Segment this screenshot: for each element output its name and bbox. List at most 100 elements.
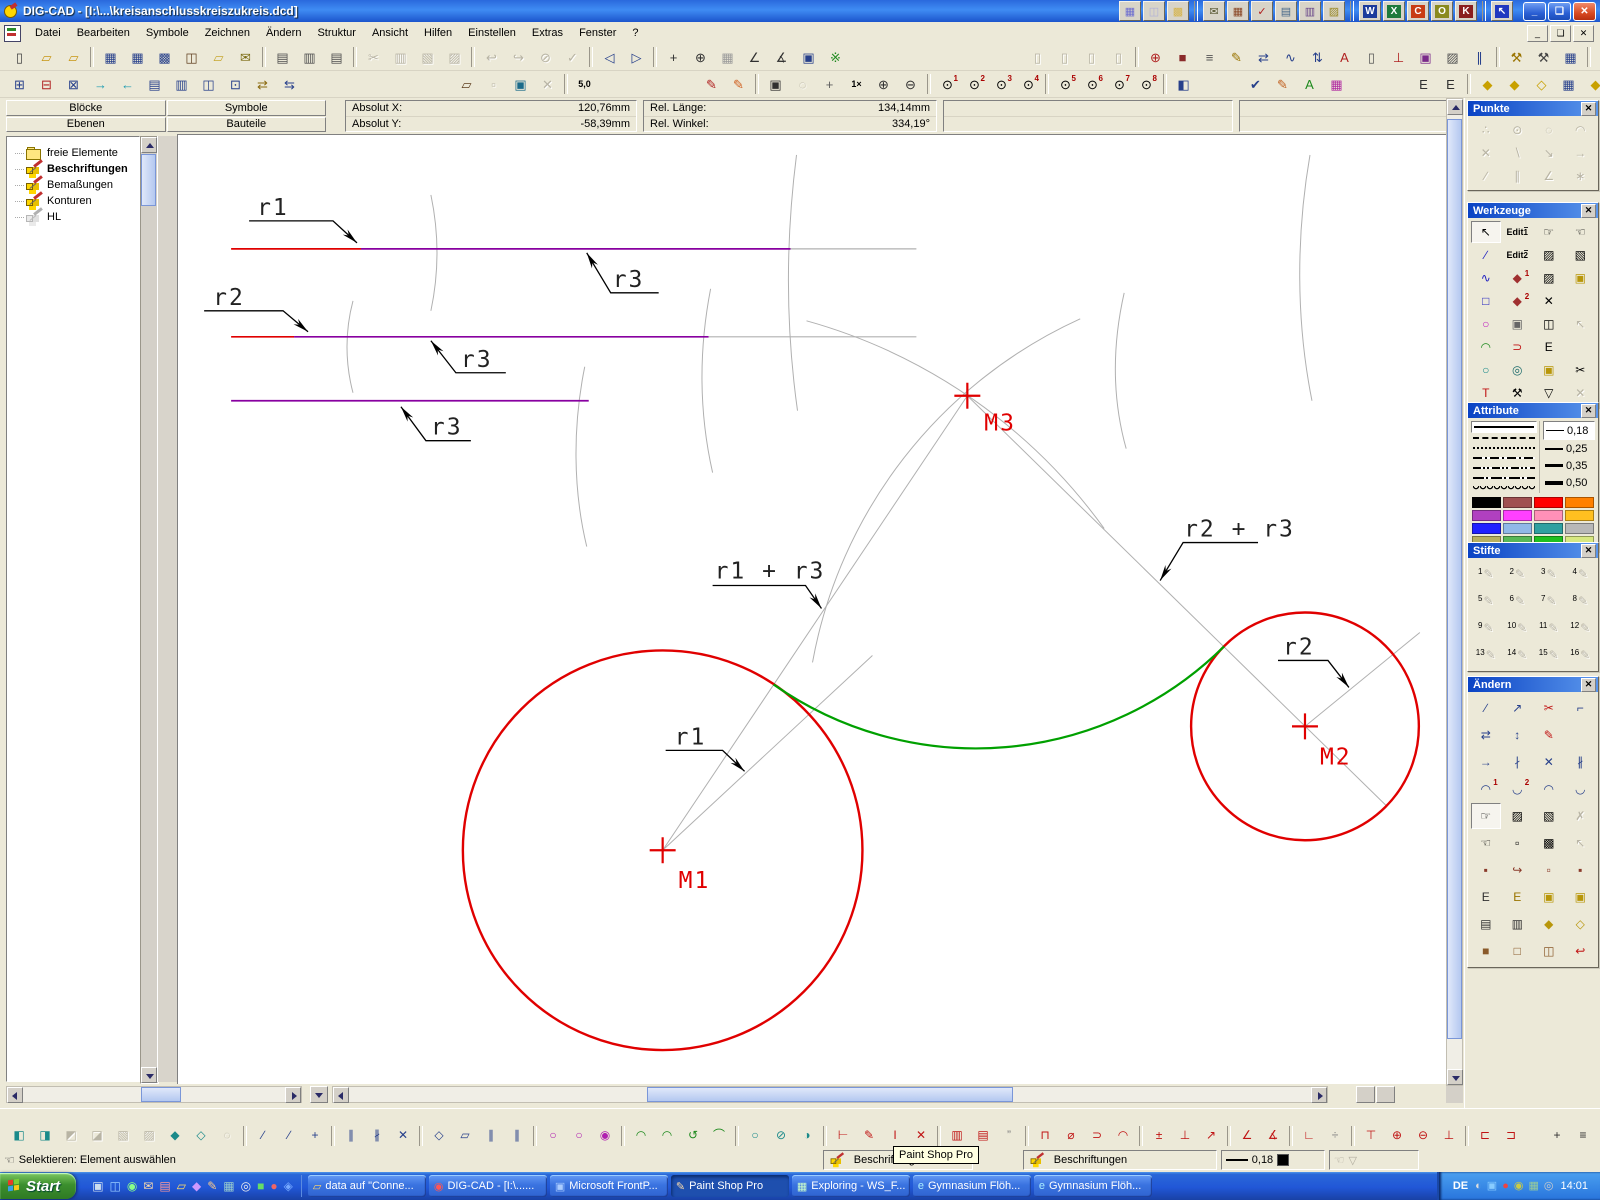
line-style-dashdot[interactable]: [1471, 453, 1537, 463]
win-overlap-icon[interactable]: ⊟: [33, 72, 60, 96]
ql-folder-icon[interactable]: ▱: [177, 1180, 186, 1192]
sheet-next-icon[interactable]: ▷: [623, 45, 650, 69]
point-parallel-icon[interactable]: ∥: [1502, 165, 1532, 187]
view-next-icon[interactable]: →: [87, 72, 114, 96]
swap-up-icon[interactable]: ⇄: [249, 72, 276, 96]
color-swatch[interactable]: [1565, 523, 1594, 534]
ql-tool-icon[interactable]: ◆: [192, 1180, 201, 1192]
access-icon[interactable]: K: [1455, 1, 1477, 21]
view-3d-2-icon[interactable]: ◨: [32, 1123, 58, 1146]
line-icon[interactable]: ∕: [250, 1123, 276, 1146]
fillet-3-icon[interactable]: ◠: [1534, 776, 1564, 802]
tree-item-freie-elemente[interactable]: freie Elemente: [7, 145, 139, 161]
pen-button[interactable]: 4 ✎: [1565, 561, 1595, 587]
table-icon[interactable]: ▦: [1557, 45, 1584, 69]
close-icon[interactable]: ✕: [1581, 677, 1596, 692]
sel-paste-icon[interactable]: ▫: [480, 72, 507, 96]
color-swatch[interactable]: [1534, 510, 1563, 521]
zoom-view-3-icon[interactable]: ⊙ 3: [988, 72, 1015, 96]
polygon-icon[interactable]: ▱: [452, 1123, 478, 1146]
cross-icon[interactable]: ✕: [390, 1123, 416, 1146]
select-e-icon[interactable]: E: [1534, 336, 1564, 358]
point-coords-icon[interactable]: ∴: [1471, 119, 1501, 141]
dim-vertical-icon[interactable]: I: [882, 1123, 908, 1146]
start-button[interactable]: Start: [0, 1173, 77, 1199]
element-e2-icon[interactable]: E: [1502, 884, 1532, 910]
line-style-dot[interactable]: [1471, 443, 1537, 453]
line-width-050[interactable]: 0,50: [1543, 474, 1595, 491]
paste-contents-icon[interactable]: ▨: [441, 45, 468, 69]
stretch-icon[interactable]: ∕: [1471, 695, 1501, 721]
clock[interactable]: 14:01: [1560, 1180, 1588, 1192]
rectangle-tool-icon[interactable]: □: [1471, 290, 1501, 312]
edit-1-button[interactable]: Edit 1: [1502, 221, 1532, 243]
arc-4-icon[interactable]: ⌒: [706, 1123, 732, 1146]
corner-icon[interactable]: ⌐: [1565, 695, 1595, 721]
point-foot-icon[interactable]: ↘: [1534, 142, 1564, 164]
close-icon[interactable]: ✕: [1581, 403, 1596, 418]
cut-element-icon[interactable]: ✂: [1534, 695, 1564, 721]
pen-button[interactable]: 9 ✎: [1471, 615, 1501, 641]
fullscreen-icon[interactable]: ↖: [1491, 1, 1513, 21]
line-cross-icon[interactable]: +: [302, 1123, 328, 1146]
ql-grid-icon[interactable]: ▦: [223, 1180, 234, 1192]
tab-ebenen[interactable]: Ebenen: [6, 116, 166, 132]
tasks-icon[interactable]: ✓: [1251, 1, 1273, 21]
element-copy-2-icon[interactable]: E: [1437, 72, 1464, 96]
ortho-icon[interactable]: ∡: [768, 45, 795, 69]
new-folder-icon[interactable]: ▱: [205, 45, 232, 69]
extend-icon[interactable]: ∤: [1502, 749, 1532, 775]
point-tangent-icon[interactable]: ∕: [1471, 165, 1501, 187]
line-style-solid[interactable]: [1471, 421, 1537, 433]
block-insert-icon[interactable]: ■: [1169, 45, 1196, 69]
print-preview-icon[interactable]: ▥: [296, 45, 323, 69]
filter-icon[interactable]: ▽: [1534, 382, 1564, 404]
pick-hand-2-icon[interactable]: ☜: [1565, 221, 1595, 243]
word-icon[interactable]: W: [1359, 1, 1381, 21]
color-swatch[interactable]: [1565, 497, 1594, 508]
menu-item[interactable]: Bearbeiten: [69, 24, 138, 42]
flip-icon[interactable]: ↕: [1502, 722, 1532, 748]
blank-cell-2[interactable]: [1565, 336, 1595, 358]
menu-item[interactable]: Hilfen: [416, 24, 460, 42]
win-cascade-icon[interactable]: ⊞: [6, 72, 33, 96]
task-gymnasium-1[interactable]: e Gymnasium Flöh...: [912, 1175, 1031, 1197]
pointer-gray-icon[interactable]: ↖: [1565, 830, 1595, 856]
block-edit-icon[interactable]: ◇: [1528, 72, 1555, 96]
pen-button[interactable]: 15 ✎: [1534, 642, 1564, 668]
pan-icon[interactable]: +: [816, 72, 843, 96]
dim-base-icon[interactable]: ▤: [970, 1123, 996, 1146]
line-style-wave[interactable]: [1471, 483, 1537, 493]
dim-arc-icon[interactable]: ◠: [1110, 1123, 1136, 1146]
arc-icon[interactable]: ◠: [628, 1123, 654, 1146]
task-dig-cad[interactable]: ◉ DIG-CAD - [I:\......: [428, 1175, 547, 1197]
new-icon[interactable]: ▯: [6, 45, 33, 69]
fillet-1-icon[interactable]: ◠ 1: [1471, 776, 1501, 802]
tray-antivirus-icon[interactable]: ●: [1502, 1180, 1509, 1192]
fillet-2-icon[interactable]: ◡ 2: [1502, 776, 1532, 802]
select-box-icon[interactable]: ▨: [1534, 244, 1564, 266]
clip-save-icon[interactable]: ▯: [1078, 45, 1105, 69]
line-style-dashdotdot[interactable]: [1471, 463, 1537, 473]
color-swatch[interactable]: [1534, 523, 1563, 534]
layer-move-icon[interactable]: ▤: [1471, 911, 1501, 937]
pen-button[interactable]: 7 ✎: [1534, 588, 1564, 614]
level-icon[interactable]: ≡: [1196, 45, 1223, 69]
mdi-minimize-button[interactable]: _: [1527, 24, 1548, 42]
bitmap-icon[interactable]: ▣: [1412, 45, 1439, 69]
schedule-icon[interactable]: O: [1431, 1, 1453, 21]
dim-frame-icon[interactable]: ⊓: [1032, 1123, 1058, 1146]
ql-red-icon[interactable]: ●: [270, 1180, 277, 1192]
menu-item[interactable]: Einstellen: [460, 24, 524, 42]
line-width-018[interactable]: 0,18: [1543, 421, 1595, 440]
save-as-icon[interactable]: ▦: [124, 45, 151, 69]
frame-2-icon[interactable]: ⊐: [1498, 1123, 1524, 1146]
sheet-prev-icon[interactable]: ◁: [596, 45, 623, 69]
print-icon[interactable]: ▤: [269, 45, 296, 69]
point-ratio-icon[interactable]: ∗: [1565, 165, 1595, 187]
pen-button[interactable]: 10 ✎: [1502, 615, 1532, 641]
sel-frame-icon[interactable]: ▣: [507, 72, 534, 96]
palette-punkte-title[interactable]: Punkte ✕: [1468, 101, 1598, 116]
palette-attribute-title[interactable]: Attribute ✕: [1468, 403, 1598, 418]
notes-icon[interactable]: ▨: [1323, 1, 1345, 21]
